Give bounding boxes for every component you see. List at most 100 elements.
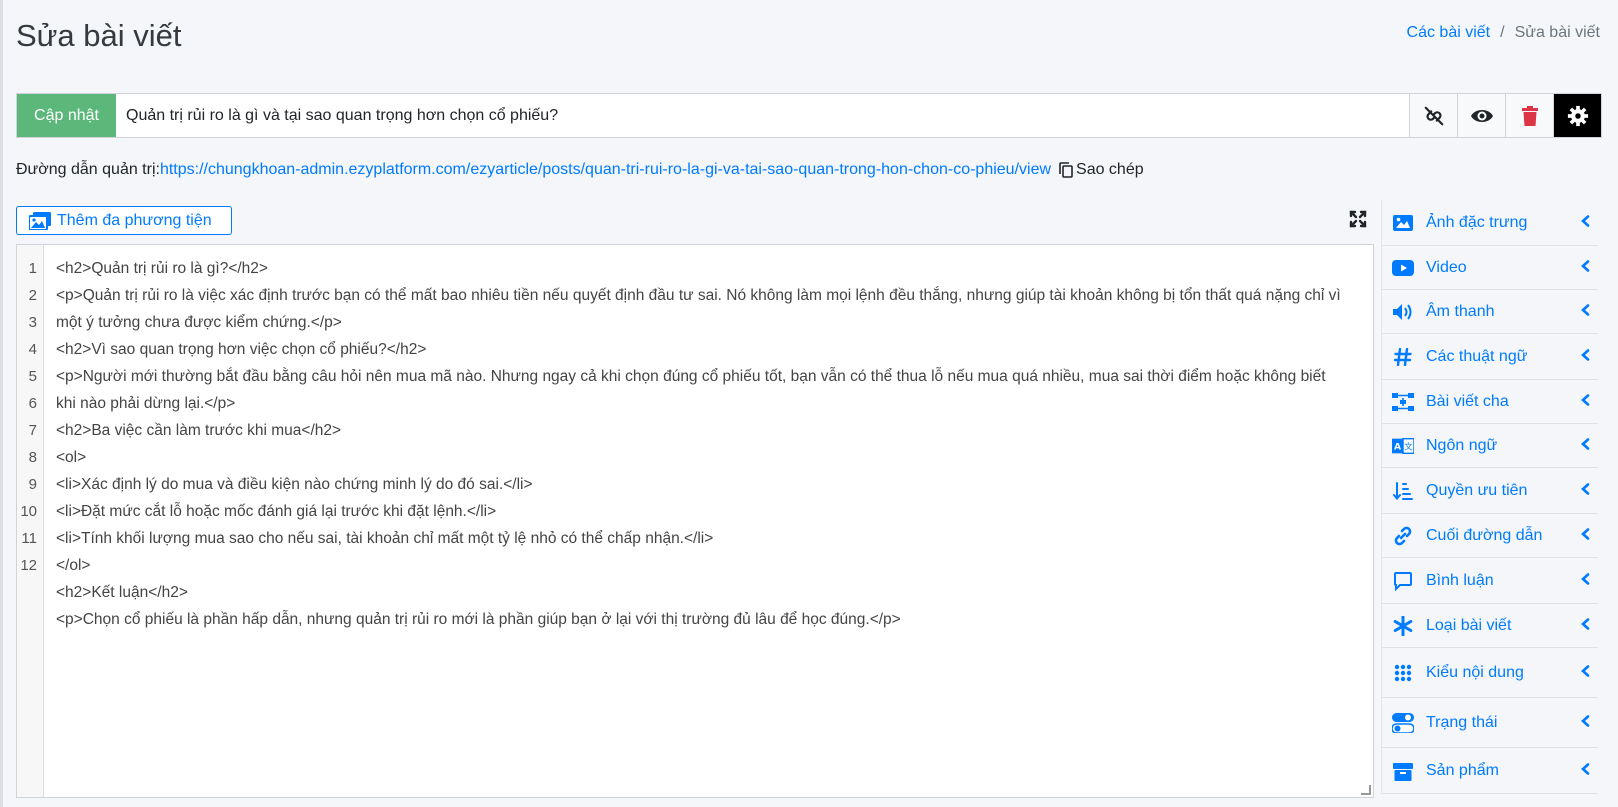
code-line: <h2>Kết luận</h2> bbox=[56, 584, 188, 601]
code-line: <li>Xác định lý do mua và điều kiện nào … bbox=[56, 476, 533, 493]
sidebar-item-label: Ảnh đặc trưng bbox=[1426, 213, 1528, 231]
collapse-toggle[interactable] bbox=[1581, 714, 1590, 732]
code-line: <ol> bbox=[56, 449, 87, 466]
copy-button[interactable]: Sao chép bbox=[1059, 161, 1144, 179]
sort-icon bbox=[1392, 480, 1414, 502]
code-editor[interactable]: 1 2 3 4 5 6 7 8 9 10 11 12 <h2>Quản trị rủi ro là g… bbox=[16, 244, 1374, 798]
copy-label: Sao chép bbox=[1076, 161, 1144, 178]
breadcrumb-separator: / bbox=[1500, 24, 1505, 41]
admin-link-label: Đường dẫn quản trị: bbox=[16, 161, 160, 178]
sidebar-item-image[interactable]: Ảnh đặc trưng bbox=[1382, 200, 1598, 246]
sidebar-item-box[interactable]: Sản phẩm bbox=[1382, 748, 1598, 794]
left-strip bbox=[0, 0, 3, 807]
code-line: <h2>Vì sao quan trọng hơn việc chọn cổ p… bbox=[56, 341, 427, 358]
add-media-label: Thêm đa phương tiện bbox=[57, 211, 212, 229]
breadcrumb-link-posts[interactable]: Các bài viết bbox=[1407, 24, 1491, 42]
sidebar-item-label: Loại bài viết bbox=[1426, 616, 1512, 634]
sidebar-item-label: Bình luận bbox=[1426, 571, 1494, 589]
sidebar-item-link[interactable]: Cuối đường dẫn bbox=[1382, 514, 1598, 558]
chevron-left-icon bbox=[1581, 259, 1590, 272]
sidebar-item-label: Sản phẩm bbox=[1426, 761, 1499, 779]
chevron-left-icon bbox=[1581, 348, 1590, 361]
unlink-button[interactable] bbox=[1409, 94, 1457, 137]
post-title-input[interactable] bbox=[116, 94, 1409, 137]
code-line: <li>Đặt mức cắt lỗ hoặc mốc đánh giá lại… bbox=[56, 503, 497, 520]
preview-button[interactable] bbox=[1457, 94, 1505, 137]
line-number: 4 bbox=[28, 341, 37, 358]
sidebar-item-toggle[interactable]: Trạng thái bbox=[1382, 698, 1598, 748]
collapse-toggle[interactable] bbox=[1581, 664, 1590, 682]
line-number: 1 bbox=[28, 260, 37, 277]
box-icon bbox=[1392, 760, 1414, 782]
sidebar-item-hashtag[interactable]: Các thuật ngữ bbox=[1382, 334, 1598, 380]
sidebar-item-grid[interactable]: Kiểu nội dung bbox=[1382, 648, 1598, 698]
line-number: 3 bbox=[28, 314, 37, 331]
svg-text:A: A bbox=[1394, 441, 1402, 452]
add-media-button[interactable]: Thêm đa phương tiện bbox=[16, 206, 232, 235]
line-number: 6 bbox=[28, 395, 37, 412]
chevron-left-icon bbox=[1581, 617, 1590, 630]
collapse-toggle[interactable] bbox=[1581, 393, 1590, 411]
trash-icon bbox=[1521, 105, 1538, 126]
breadcrumb-current: Sửa bài viết bbox=[1514, 24, 1600, 41]
collapse-toggle[interactable] bbox=[1581, 214, 1590, 232]
sidebar-item-language[interactable]: A 文 Ngôn ngữ bbox=[1382, 424, 1598, 468]
eye-icon bbox=[1470, 109, 1493, 122]
admin-link-url[interactable]: https://chungkhoan-admin.ezyplatform.com… bbox=[160, 161, 1051, 179]
sidebar-item-asterisk[interactable]: Loại bài viết bbox=[1382, 604, 1598, 648]
line-number: 7 bbox=[28, 422, 37, 439]
chevron-left-icon bbox=[1581, 527, 1590, 540]
images-icon bbox=[29, 211, 51, 230]
sitemap-icon bbox=[1392, 391, 1414, 413]
chevron-left-icon bbox=[1581, 437, 1590, 450]
collapse-toggle[interactable] bbox=[1581, 437, 1590, 455]
code-line: <li>Tính khối lượng mua sao cho nếu sai,… bbox=[56, 530, 714, 547]
language-icon: A文 bbox=[1392, 435, 1414, 457]
resize-handle[interactable] bbox=[1361, 785, 1371, 795]
sidebar-item-comment[interactable]: Bình luận bbox=[1382, 558, 1598, 604]
line-number: 8 bbox=[28, 449, 37, 466]
collapse-toggle[interactable] bbox=[1581, 762, 1590, 780]
collapse-toggle[interactable] bbox=[1581, 259, 1590, 277]
grid-icon bbox=[1392, 662, 1414, 684]
collapse-toggle[interactable] bbox=[1581, 303, 1590, 321]
sidebar-item-label: Video bbox=[1426, 258, 1467, 276]
code-line: <p>Quản trị rủi ro là việc xác định trướ… bbox=[56, 287, 1346, 331]
line-number: 5 bbox=[28, 368, 37, 385]
collapse-toggle[interactable] bbox=[1581, 348, 1590, 366]
link-icon bbox=[1392, 525, 1414, 547]
code-line: <p>Chọn cổ phiếu là phần hấp dẫn, nhưng … bbox=[56, 611, 901, 628]
sidebar-item-volume[interactable]: Âm thanh bbox=[1382, 290, 1598, 334]
collapse-toggle[interactable] bbox=[1581, 482, 1590, 500]
sidebar-panel: Ảnh đặc trưng Video Âm thanh Các thuật ngữ B… bbox=[1381, 200, 1598, 794]
collapse-toggle[interactable] bbox=[1581, 617, 1590, 635]
chevron-left-icon bbox=[1581, 482, 1590, 495]
sidebar-item-sort[interactable]: Quyền ưu tiên bbox=[1382, 468, 1598, 514]
sidebar-item-label: Trạng thái bbox=[1426, 713, 1498, 731]
settings-button[interactable] bbox=[1553, 94, 1601, 137]
breadcrumb: Các bài viết / Sửa bài viết bbox=[1407, 24, 1600, 42]
chevron-left-icon bbox=[1581, 393, 1590, 406]
sidebar-item-label: Bài viết cha bbox=[1426, 392, 1509, 410]
copy-icon bbox=[1059, 162, 1073, 178]
sidebar-item-youtube[interactable]: Video bbox=[1382, 246, 1598, 290]
sidebar-item-label: Âm thanh bbox=[1426, 302, 1495, 320]
title-bar: Cập nhật bbox=[16, 93, 1602, 138]
image-icon bbox=[1392, 212, 1414, 234]
volume-icon bbox=[1392, 301, 1414, 323]
gear-icon bbox=[1567, 105, 1588, 126]
comment-icon bbox=[1392, 570, 1414, 592]
admin-link-row: Đường dẫn quản trị: https://chungkhoan-a… bbox=[16, 161, 1144, 179]
unlink-icon bbox=[1424, 106, 1443, 125]
update-button[interactable]: Cập nhật bbox=[17, 94, 116, 137]
delete-button[interactable] bbox=[1505, 94, 1553, 137]
collapse-toggle[interactable] bbox=[1581, 572, 1590, 590]
code-content[interactable]: <h2>Quản trị rủi ro là gì?</h2> <p>Quản t… bbox=[44, 245, 1373, 797]
sidebar-item-label: Ngôn ngữ bbox=[1426, 436, 1498, 454]
code-line: </ol> bbox=[56, 557, 91, 574]
line-number: 2 bbox=[28, 287, 37, 304]
collapse-toggle[interactable] bbox=[1581, 527, 1590, 545]
sidebar-item-sitemap[interactable]: Bài viết cha bbox=[1382, 380, 1598, 424]
fullscreen-button[interactable] bbox=[1349, 210, 1367, 233]
chevron-left-icon bbox=[1581, 303, 1590, 316]
